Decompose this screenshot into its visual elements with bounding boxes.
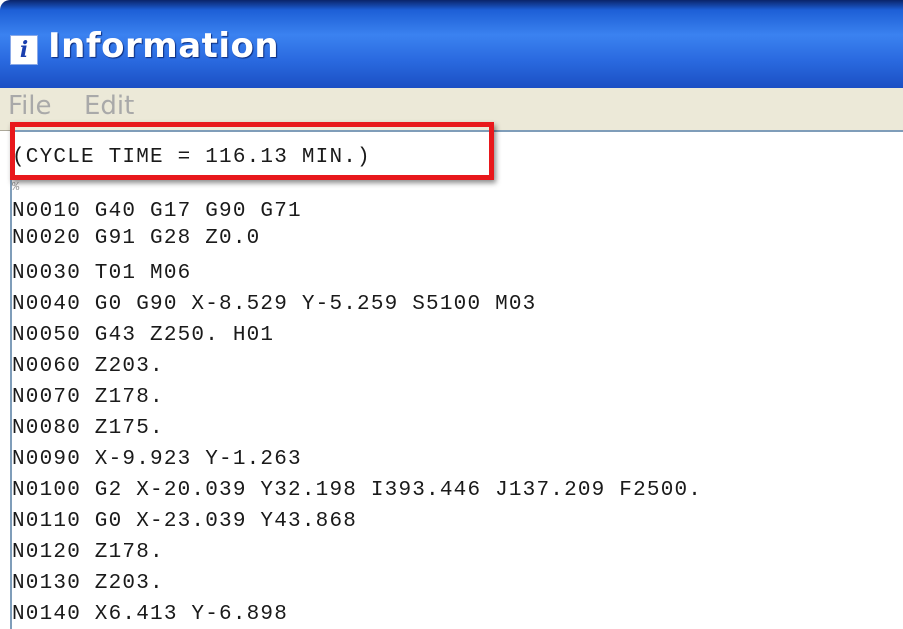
info-icon: i <box>10 35 38 65</box>
cycle-time-highlight-box <box>10 122 494 180</box>
title-bar[interactable]: i Information <box>0 0 903 88</box>
window-title: Information <box>48 26 280 66</box>
code-line: N0020 G91 G28 Z0.0 <box>12 227 261 250</box>
code-line-percent: % <box>12 180 21 194</box>
code-line: N0010 G40 G17 G90 G71 <box>12 200 302 223</box>
code-line: N0120 Z178. <box>12 541 164 564</box>
code-line: N0130 Z203. <box>12 572 164 595</box>
code-line: N0060 Z203. <box>12 355 164 378</box>
code-line: N0140 X6.413 Y-6.898 <box>12 603 289 626</box>
menu-file[interactable]: File <box>8 91 52 121</box>
code-line: N0050 G43 Z250. H01 <box>12 324 275 347</box>
code-line: N0030 T01 M06 <box>12 262 192 285</box>
code-line: N0070 Z178. <box>12 386 164 409</box>
code-line: N0110 G0 X-23.039 Y43.868 <box>12 510 358 533</box>
code-line: N0100 G2 X-20.039 Y32.198 I393.446 J137.… <box>12 479 703 502</box>
code-line: N0090 X-9.923 Y-1.263 <box>12 448 302 471</box>
code-line: N0080 Z175. <box>12 417 164 440</box>
information-window: i Information File Edit (CYCLE TIME = 11… <box>0 0 903 629</box>
menu-edit[interactable]: Edit <box>84 91 134 121</box>
code-line: N0040 G0 G90 X-8.529 Y-5.259 S5100 M03 <box>12 293 537 316</box>
